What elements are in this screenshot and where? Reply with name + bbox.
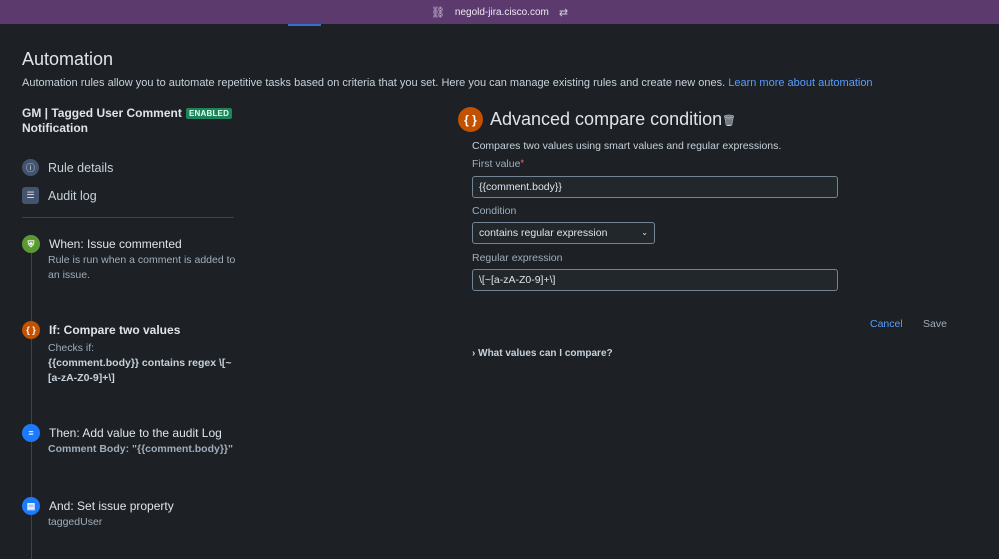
nav-audit-log[interactable]: ☰ Audit log: [22, 187, 97, 204]
save-button[interactable]: Save: [923, 318, 947, 330]
trigger-title: When: Issue commented: [49, 237, 182, 251]
page-description-text: Automation rules allow you to automate r…: [22, 77, 726, 89]
panel-title: Advanced compare condition: [490, 109, 723, 129]
audit-log-icon: ☰: [22, 187, 39, 204]
condition-subtitle: Checks if: {{comment.body}} contains reg…: [48, 341, 238, 386]
action-audit-subtitle: Comment Body: "{{comment.body}}": [48, 443, 233, 455]
what-values-toggle[interactable]: › What values can I compare?: [472, 348, 613, 359]
learn-more-link[interactable]: Learn more about automation: [728, 77, 872, 89]
condition-title: If: Compare two values: [49, 323, 181, 337]
panel-description: Compares two values using smart values a…: [472, 140, 782, 152]
link-icon: ⛓: [430, 6, 445, 19]
braces-icon: { }: [22, 321, 40, 339]
braces-icon: { }: [458, 107, 483, 132]
page-description: Automation rules allow you to automate r…: [22, 77, 873, 89]
nav-divider: [22, 217, 234, 218]
condition-subtitle-detail: {{comment.body}} contains regex \[~[a-zA…: [48, 357, 232, 384]
chevron-right-icon: ›: [472, 348, 476, 359]
list-icon: ≡: [22, 424, 40, 442]
tab-indicator: [288, 24, 321, 26]
nav-audit-log-label: Audit log: [48, 188, 97, 203]
first-value-label: First value*: [472, 158, 524, 170]
action-property-subtitle: taggedUser: [48, 516, 103, 528]
document-icon: ▤: [22, 497, 40, 515]
condition-label: Condition: [472, 205, 517, 217]
adjust-icon[interactable]: ⇄: [559, 6, 568, 19]
action-audit-title: Then: Add value to the audit Log: [49, 426, 222, 440]
condition-select-value: contains regular expression: [479, 227, 608, 239]
condition-subtitle-prefix: Checks if:: [48, 342, 95, 354]
page-title: Automation: [22, 49, 114, 69]
condition-select[interactable]: contains regular expression ⌄: [472, 222, 655, 244]
browser-address-bar[interactable]: ⛓ negold-jira.cisco.com ⇄: [0, 0, 999, 24]
first-value-input[interactable]: {{comment.body}}: [472, 176, 838, 198]
trash-icon[interactable]: 🗑: [722, 114, 736, 127]
cancel-button[interactable]: Cancel: [870, 318, 903, 330]
nav-rule-details[interactable]: ⓘ Rule details: [22, 159, 113, 176]
status-badge: ENABLED: [186, 108, 233, 119]
regex-input[interactable]: \[~[a-zA-Z0-9]+\]: [472, 269, 838, 291]
nav-rule-details-label: Rule details: [48, 160, 114, 175]
action-property-title: And: Set issue property: [49, 499, 174, 513]
chevron-down-icon: ⌄: [641, 228, 648, 237]
required-marker: *: [520, 158, 524, 168]
trigger-subtitle: Rule is run when a comment is added to a…: [48, 254, 236, 281]
what-values-label: What values can I compare?: [478, 348, 613, 359]
first-value-label-text: First value: [472, 158, 521, 170]
browser-url[interactable]: negold-jira.cisco.com: [455, 7, 549, 18]
regex-label: Regular expression: [472, 252, 563, 264]
info-icon: ⓘ: [22, 159, 39, 176]
rule-name: GM | Tagged User Comment Notification: [22, 106, 182, 135]
shield-icon: ⛨: [22, 235, 40, 253]
